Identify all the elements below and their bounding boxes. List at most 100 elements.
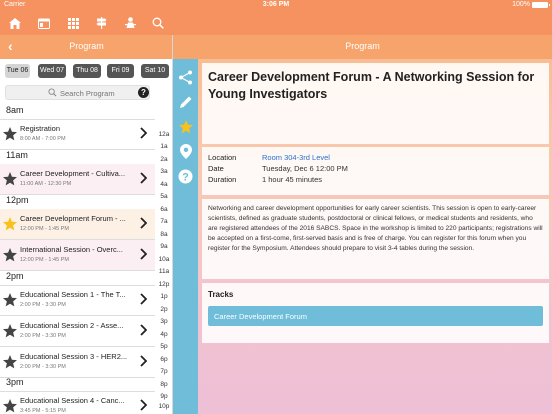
star-icon[interactable] [2,247,18,263]
session-time: 11:00 AM - 12:30 PM [20,181,72,187]
session-time: 12:00 PM - 1:45 PM [20,257,69,263]
track-item[interactable]: Career Development Forum [208,306,543,326]
session-title: Educational Session 1 - The T... [20,290,126,299]
session-title: Career Development - Cultiva... [20,169,126,178]
hour-index-label[interactable]: 5p [155,343,172,350]
clock: 3:06 PM [262,1,290,8]
hour-index-label[interactable]: 7p [155,368,172,375]
hour-index-label[interactable]: 1a [155,143,172,150]
help-icon[interactable]: ? [138,87,149,98]
session-title: Educational Session 2 - Asse... [20,321,124,330]
detail-action-sidebar: ? [173,59,198,414]
hour-index-label[interactable]: 9p [155,393,172,400]
chevron-right-icon [140,217,147,229]
day-selector: Tue 06 Wed 07 Thu 08 Fri 09 Sat 10 [0,59,172,85]
hour-index-label[interactable]: 9a [155,243,172,250]
hour-index-label[interactable]: 8a [155,231,172,238]
hour-index-label[interactable]: 1p [155,293,172,300]
help-icon[interactable]: ? [176,167,195,186]
hour-index-label[interactable]: 5a [155,193,172,200]
search-bar[interactable] [5,85,150,100]
hour-index-label[interactable]: 12a [155,131,172,138]
session-row-selected[interactable]: Career Development Forum - ... 12:00 PM … [0,209,155,239]
session-row[interactable]: Career Development - Cultiva... 11:00 AM… [0,164,155,194]
hour-index-label[interactable]: 10p [155,403,172,410]
session-time: 8:00 AM - 7:00 PM [20,136,66,142]
date-value: Tuesday, Dec 6 12:00 PM [262,164,348,173]
duration-value: 1 hour 45 minutes [262,175,323,184]
session-list: 8am Registration 8:00 AM - 7:00 PM 11am … [0,103,155,414]
grid-icon[interactable] [62,14,84,32]
tracks-heading: Tracks [208,290,234,299]
hour-index-label[interactable]: 8p [155,381,172,388]
session-description-card: Networking and career development opport… [202,199,549,279]
hour-index-label[interactable]: 7a [155,218,172,225]
star-icon[interactable] [2,126,18,142]
star-icon[interactable] [2,292,18,308]
battery-percent: 100% [512,1,530,8]
day-tab-thu-08[interactable]: Thu 08 [73,64,101,78]
hour-index-label[interactable]: 4p [155,331,172,338]
agenda-icon[interactable] [33,14,55,32]
hour-index-label[interactable]: 6a [155,206,172,213]
hour-index-label[interactable]: 6p [155,356,172,363]
location-link[interactable]: Room 304-3rd Level [262,153,330,162]
chevron-right-icon [140,355,147,367]
hour-index-label[interactable]: 11a [155,268,172,275]
session-title: Educational Session 4 - Canc... [20,396,125,405]
hour-index-label[interactable]: 10a [155,256,172,263]
session-title: Career Development Forum - A Networking … [208,70,535,101]
chevron-right-icon [140,293,147,305]
day-tab-tue-06[interactable]: Tue 06 [5,64,30,78]
hour-header: 3pm [6,377,24,387]
left-panel-header: ‹ Program [0,35,172,59]
session-row[interactable]: Educational Session 1 - The T... 2:00 PM… [0,285,155,315]
session-row[interactable]: International Session - Overc... 12:00 P… [0,240,155,270]
hour-index-label[interactable]: 3a [155,168,172,175]
session-info-card: Location Room 304-3rd Level Date Tuesday… [202,147,549,195]
home-icon[interactable] [4,14,26,32]
location-pin-icon[interactable] [176,142,195,161]
battery-icon [532,1,550,8]
star-icon[interactable] [2,171,18,187]
session-row[interactable]: Educational Session 2 - Asse... 2:00 PM … [0,316,155,346]
hour-index-scrubber[interactable]: 12a 1a 2a 3a 4a 5a 6a 7a 8a 9a 10a 11a 1… [155,85,172,414]
hour-index-label[interactable]: 2a [155,156,172,163]
search-icon[interactable] [147,14,169,32]
hour-index-label[interactable]: 3p [155,318,172,325]
date-label: Date [208,164,224,173]
signpost-icon[interactable] [90,14,112,32]
session-title-card: Career Development Forum - A Networking … [202,63,549,144]
hour-index-label[interactable]: 12p [155,281,172,288]
search-input[interactable] [60,88,148,98]
session-time: 3:45 PM - 5:15 PM [20,408,66,414]
day-tab-fri-09[interactable]: Fri 09 [107,64,134,78]
day-tab-wed-07[interactable]: Wed 07 [38,64,66,78]
session-row[interactable]: Educational Session 3 - HER2... 2:00 PM … [0,347,155,377]
session-row[interactable]: Educational Session 4 - Canc... 3:45 PM … [0,391,155,414]
star-icon[interactable] [2,398,18,414]
session-time: 2:00 PM - 3:30 PM [20,333,66,339]
star-filled-icon[interactable] [2,216,18,232]
chevron-right-icon [140,399,147,411]
hour-header: 8am [6,105,24,115]
status-bar: Carrier 3:06 PM 100% [0,0,552,11]
star-icon[interactable] [2,354,18,370]
star-icon[interactable] [176,117,195,136]
session-time: 12:00 PM - 1:45 PM [20,226,69,232]
session-title: Career Development Forum - ... [20,214,126,223]
hour-header: 2pm [6,271,24,281]
day-tab-sat-10[interactable]: Sat 10 [141,64,169,78]
session-title: Educational Session 3 - HER2... [20,352,128,361]
speaker-icon[interactable] [119,14,141,32]
session-title: International Session - Overc... [20,245,123,254]
hour-index-label[interactable]: 4a [155,181,172,188]
chevron-right-icon [140,248,147,260]
program-list-panel: ‹ Program Tue 06 Wed 07 Thu 08 Fri 09 Sa… [0,35,173,414]
session-row[interactable]: Registration 8:00 AM - 7:00 PM [0,119,155,149]
pencil-icon[interactable] [176,92,195,111]
track-label: Career Development Forum [214,312,307,321]
star-icon[interactable] [2,323,18,339]
hour-index-label[interactable]: 2p [155,306,172,313]
share-icon[interactable] [176,68,195,87]
